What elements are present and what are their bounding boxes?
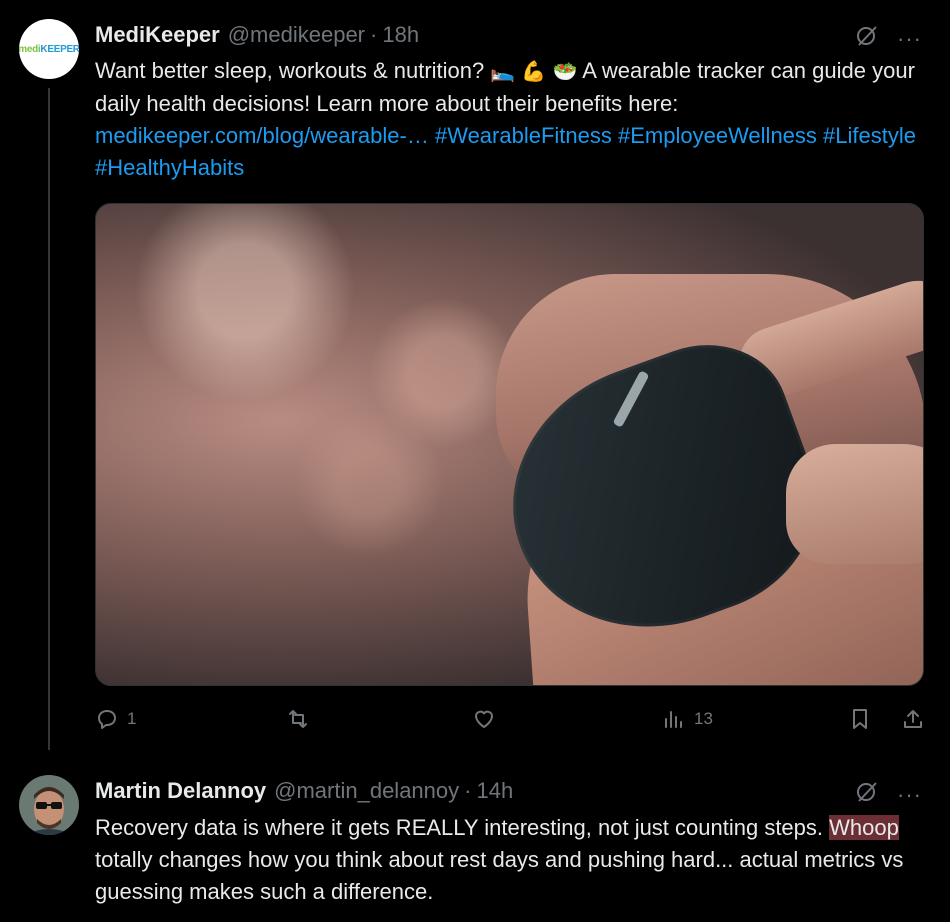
views-icon — [662, 707, 686, 731]
reply-icon — [95, 707, 119, 731]
text-part: Want better sleep, workouts & nutrition? — [95, 58, 491, 83]
avatar[interactable] — [19, 775, 79, 835]
like-button[interactable] — [472, 707, 496, 731]
tweet-text: Recovery data is where it gets REALLY in… — [95, 812, 925, 908]
bookmark-button[interactable] — [848, 707, 872, 731]
timestamp[interactable]: 14h — [476, 778, 513, 804]
reply-count: 1 — [127, 709, 137, 728]
retweet-button[interactable] — [285, 707, 311, 731]
author-name[interactable]: MediKeeper — [95, 22, 220, 48]
separator-dot: · — [370, 22, 378, 47]
text-part: Recovery data is where it gets REALLY in… — [95, 815, 830, 840]
tweet-header: MediKeeper @medikeeper · 18h — [95, 22, 419, 48]
hashtag-link[interactable]: #WearableFitness — [435, 123, 612, 148]
tweet-top-icons: ··· — [855, 24, 922, 53]
author-handle[interactable]: @martin_delannoy — [274, 778, 459, 804]
grok-icon[interactable] — [855, 24, 879, 53]
reply-button[interactable]: 1 — [95, 707, 136, 731]
hashtag-link[interactable]: #HealthyHabits — [95, 155, 244, 180]
grok-icon[interactable] — [855, 780, 879, 809]
avatar[interactable]: mediKEEPER — [19, 19, 79, 79]
thread-line — [48, 88, 50, 750]
bookmark-icon — [848, 707, 872, 731]
author-handle[interactable]: @medikeeper — [228, 22, 365, 48]
medikeeper-logo: mediKEEPER — [19, 43, 79, 55]
separator-dot: · — [464, 778, 472, 803]
more-options-icon[interactable]: ··· — [897, 783, 922, 806]
tweet-media-image[interactable] — [95, 203, 924, 686]
more-options-icon[interactable]: ··· — [897, 27, 922, 50]
text-part: totally changes how you think about rest… — [95, 847, 904, 904]
tweet-header: Martin Delannoy @martin_delannoy · 14h — [95, 778, 513, 804]
highlighted-word: Whoop — [829, 815, 899, 840]
views-button[interactable]: 13 — [662, 707, 713, 731]
blog-link[interactable]: medikeeper.com/blog/wearable-… — [95, 123, 429, 148]
views-count: 13 — [694, 709, 713, 728]
share-icon — [901, 707, 925, 731]
salad-emoji: 🥗 — [552, 61, 578, 83]
hashtag-link[interactable]: #EmployeeWellness — [618, 123, 817, 148]
tweet-medikeeper[interactable]: mediKEEPER MediKeeper @medikeeper · 18h … — [0, 0, 950, 750]
hashtag-link[interactable]: #Lifestyle — [823, 123, 916, 148]
tweet-martin-delannoy[interactable]: Martin Delannoy @martin_delannoy · 14h ·… — [0, 750, 950, 922]
photo-thumb — [786, 444, 923, 564]
share-button[interactable] — [901, 707, 925, 731]
muscle-emoji: 💪 — [521, 61, 547, 83]
author-name[interactable]: Martin Delannoy — [95, 778, 266, 804]
heart-icon — [472, 707, 496, 731]
tweet-text: Want better sleep, workouts & nutrition?… — [95, 55, 925, 184]
bed-emoji: 🛌 — [490, 61, 516, 83]
tweet-actions: 1 13 — [95, 707, 925, 737]
timestamp[interactable]: 18h — [382, 22, 419, 48]
tweet-top-icons: ··· — [855, 780, 922, 809]
retweet-icon — [285, 707, 311, 731]
